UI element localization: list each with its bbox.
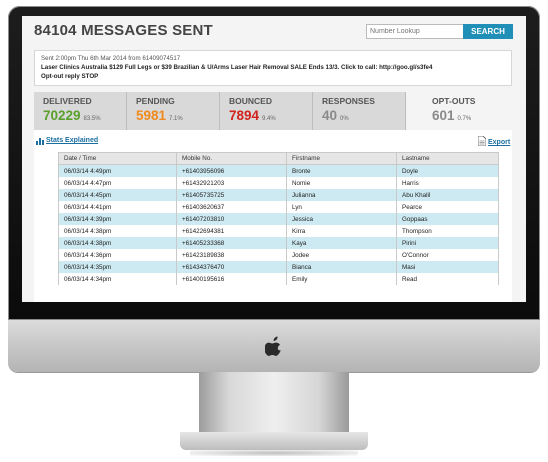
table-header-row: Date / Time Mobile No. Firstname Lastnam… <box>58 152 499 165</box>
cell-lastname: Doyle <box>396 164 499 177</box>
stand-shadow <box>190 450 358 456</box>
stats-explained-link[interactable]: Stats Explained <box>46 137 98 144</box>
cell-datetime: 06/03/14 4:41pm <box>58 201 177 213</box>
cell-mobile: +61434376470 <box>176 261 287 273</box>
cell-firstname: Jessica <box>286 213 397 225</box>
table-row[interactable]: 06/03/14 4:49pm +61403956096 Bronte Doyle <box>58 164 499 177</box>
stat-percent: 7.1% <box>169 116 183 122</box>
cell-mobile: +61400195616 <box>176 273 287 285</box>
table-row[interactable]: 06/03/14 4:47pm +61432921203 Nomie Harris <box>58 177 499 189</box>
cell-firstname: Kirra <box>286 225 397 237</box>
cell-mobile: +61407203810 <box>176 213 287 225</box>
cell-datetime: 06/03/14 4:39pm <box>58 213 177 225</box>
sent-info: Sent 2:00pm Thu 6th Mar 2014 from 614090… <box>41 55 181 62</box>
stat-percent: 0.7% <box>457 116 472 122</box>
tab-opt-outs[interactable]: OPT-OUTS 601 0.7% <box>406 92 512 131</box>
tab-bounced[interactable]: BOUNCED 7894 9.4% <box>220 92 313 130</box>
stats-tabs: DELIVERED 70229 83.5% PENDING 5981 7.1% BO… <box>34 92 512 131</box>
stat-percent: 0% <box>340 116 349 122</box>
message-summary: Sent 2:00pm Thu 6th Mar 2014 from 614090… <box>34 50 512 86</box>
column-header-firstname[interactable]: Firstname <box>286 152 397 165</box>
cell-datetime: 06/03/14 4:35pm <box>58 261 177 273</box>
tab-delivered[interactable]: DELIVERED 70229 83.5% <box>34 92 127 130</box>
results-panel: Stats Explained Export Date / Time Mobil… <box>34 130 512 302</box>
stat-value: 5981 <box>136 108 167 123</box>
column-header-lastname[interactable]: Lastname <box>396 152 499 165</box>
bar-chart-icon <box>36 138 44 145</box>
cell-firstname: Jodee <box>286 249 397 261</box>
stat-label: OPT-OUTS <box>432 96 476 106</box>
cell-lastname: Pearce <box>396 201 499 213</box>
page-title: 84104 MESSAGES SENT <box>34 22 213 39</box>
stat-value: 601 <box>432 108 455 123</box>
cell-firstname: Kaya <box>286 237 397 249</box>
optout-text: Opt-out reply STOP <box>41 73 99 80</box>
export-file-icon[interactable] <box>478 136 486 146</box>
cell-mobile: +61405233368 <box>176 237 287 249</box>
cell-lastname: Harris <box>396 177 499 189</box>
apple-logo-icon <box>265 336 281 356</box>
number-lookup-input[interactable] <box>366 24 468 39</box>
table-row[interactable]: 06/03/14 4:34pm +61400195616 Emily Read <box>58 273 499 285</box>
recipients-table: Date / Time Mobile No. Firstname Lastnam… <box>58 152 499 285</box>
tab-pending[interactable]: PENDING 5981 7.1% <box>127 92 220 130</box>
cell-mobile: +61423189838 <box>176 249 287 261</box>
stat-label: BOUNCED <box>229 96 272 106</box>
monitor-stand <box>199 372 349 438</box>
column-header-datetime[interactable]: Date / Time <box>58 152 177 165</box>
cell-lastname: Masi <box>396 261 499 273</box>
tab-responses[interactable]: RESPONSES 40 0% <box>313 92 406 130</box>
stat-percent: 9.4% <box>262 116 276 122</box>
message-body: Laser Clinics Australia $129 Full Legs o… <box>41 64 433 71</box>
table-row[interactable]: 06/03/14 4:45pm +61405735725 Julianna Abu K… <box>58 189 499 201</box>
cell-lastname: Pirini <box>396 237 499 249</box>
cell-lastname: Goppaas <box>396 213 499 225</box>
cell-mobile: +61432921203 <box>176 177 287 189</box>
screen: 84104 MESSAGES SENT SEARCH Sent 2:00pm T… <box>22 16 526 302</box>
table-row[interactable]: 06/03/14 4:36pm +61423189838 Jodee O'Connor <box>58 249 499 261</box>
cell-firstname: Lyn <box>286 201 397 213</box>
stat-label: PENDING <box>136 96 175 106</box>
cell-firstname: Julianna <box>286 189 397 201</box>
cell-lastname: Abu Khalil <box>396 189 499 201</box>
stat-label: DELIVERED <box>43 96 92 106</box>
cell-lastname: Read <box>396 273 499 285</box>
table-row[interactable]: 06/03/14 4:38pm +61405233368 Kaya Pirini <box>58 237 499 249</box>
cell-firstname: Nomie <box>286 177 397 189</box>
header-bar: 84104 MESSAGES SENT SEARCH <box>22 16 526 42</box>
cell-datetime: 06/03/14 4:38pm <box>58 237 177 249</box>
cell-lastname: O'Connor <box>396 249 499 261</box>
stat-value: 70229 <box>43 108 81 123</box>
cell-mobile: +61405735725 <box>176 189 287 201</box>
search-button[interactable]: SEARCH <box>463 24 513 39</box>
export-link[interactable]: Export <box>488 139 510 146</box>
stat-percent: 83.5% <box>83 116 101 122</box>
cell-datetime: 06/03/14 4:36pm <box>58 249 177 261</box>
table-row[interactable]: 06/03/14 4:35pm +61434376470 Bianca Masi <box>58 261 499 273</box>
cell-datetime: 06/03/14 4:38pm <box>58 225 177 237</box>
cell-datetime: 06/03/14 4:49pm <box>58 164 177 177</box>
cell-mobile: +61403956096 <box>176 164 287 177</box>
table-row[interactable]: 06/03/14 4:41pm +61403620637 Lyn Pearce <box>58 201 499 213</box>
cell-firstname: Bianca <box>286 261 397 273</box>
monitor-stand-base <box>180 432 368 450</box>
table-row[interactable]: 06/03/14 4:39pm +61407203810 Jessica Goppaa… <box>58 213 499 225</box>
cell-firstname: Emily <box>286 273 397 285</box>
cell-firstname: Bronte <box>286 164 397 177</box>
cell-mobile: +61403620637 <box>176 201 287 213</box>
stat-value: 7894 <box>229 108 260 123</box>
table-row[interactable]: 06/03/14 4:38pm +61422694381 Kirra Thompson <box>58 225 499 237</box>
stat-label: RESPONSES <box>322 96 375 106</box>
cell-mobile: +61422694381 <box>176 225 287 237</box>
cell-datetime: 06/03/14 4:34pm <box>58 273 177 285</box>
cell-lastname: Thompson <box>396 225 499 237</box>
cell-datetime: 06/03/14 4:47pm <box>58 177 177 189</box>
column-header-mobile[interactable]: Mobile No. <box>176 152 287 165</box>
cell-datetime: 06/03/14 4:45pm <box>58 189 177 201</box>
stat-value: 40 <box>322 108 338 123</box>
